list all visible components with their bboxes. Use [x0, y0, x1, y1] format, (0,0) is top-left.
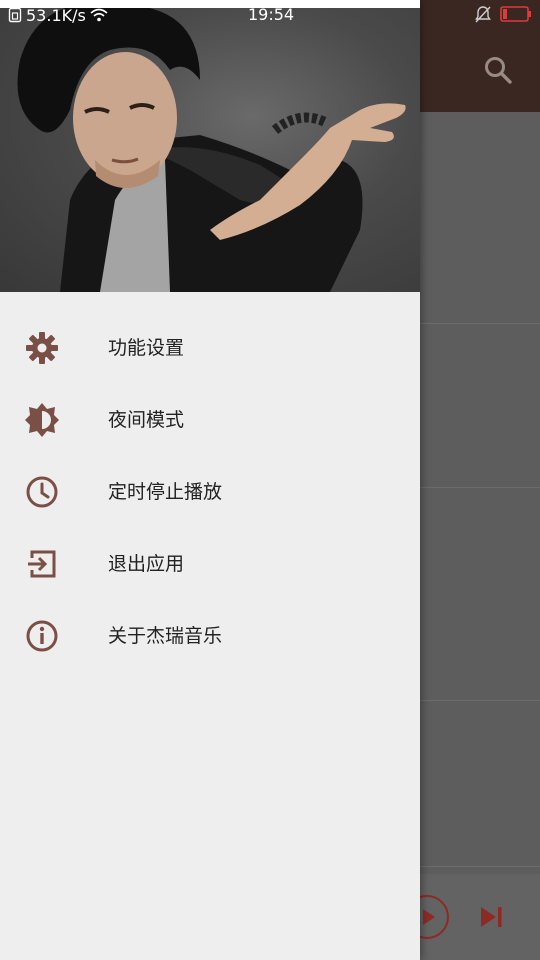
menu-item-settings[interactable]: 功能设置: [0, 312, 420, 384]
search-icon[interactable]: [482, 54, 514, 86]
menu-label-night-mode: 夜间模式: [108, 409, 185, 431]
menu-item-about[interactable]: 关于杰瑞音乐: [0, 600, 420, 672]
artist-portrait-icon: [17, 2, 406, 292]
status-time: 19:54: [248, 5, 295, 24]
wifi-icon: [90, 8, 108, 22]
menu-item-exit[interactable]: 退出应用: [0, 528, 420, 600]
skip-next-icon[interactable]: [478, 904, 506, 930]
menu-label-sleep-timer: 定时停止播放: [108, 481, 223, 503]
menu-label-exit: 退出应用: [108, 553, 185, 575]
drawer-header-image: 53.1K/s 19:54: [0, 0, 420, 292]
clock-icon: [26, 476, 58, 508]
exit-icon: [28, 550, 56, 578]
list-divider: [420, 487, 540, 488]
menu-label-settings: 功能设置: [108, 337, 185, 359]
bell-muted-icon: [475, 6, 491, 23]
status-left: 53.1K/s: [8, 4, 108, 26]
list-divider: [420, 700, 540, 701]
brightness-icon: [25, 403, 59, 437]
network-speed: 53.1K/s: [26, 5, 86, 25]
menu-item-night-mode[interactable]: 夜间模式: [0, 384, 420, 456]
list-divider: [420, 866, 540, 867]
navigation-drawer: 53.1K/s 19:54 功能设置 夜间模式 定时停止播放 退出应用 关于杰瑞…: [0, 0, 420, 960]
menu-item-sleep-timer[interactable]: 定时停止播放: [0, 456, 420, 528]
menu-label-about: 关于杰瑞音乐: [108, 625, 223, 647]
info-icon: [26, 620, 58, 652]
battery-low-icon: [500, 6, 531, 22]
settings-gear-icon: [26, 332, 58, 364]
sim-card-icon: [8, 7, 22, 23]
list-divider: [420, 323, 540, 324]
drawer-menu: 功能设置 夜间模式 定时停止播放 退出应用 关于杰瑞音乐: [0, 312, 420, 672]
